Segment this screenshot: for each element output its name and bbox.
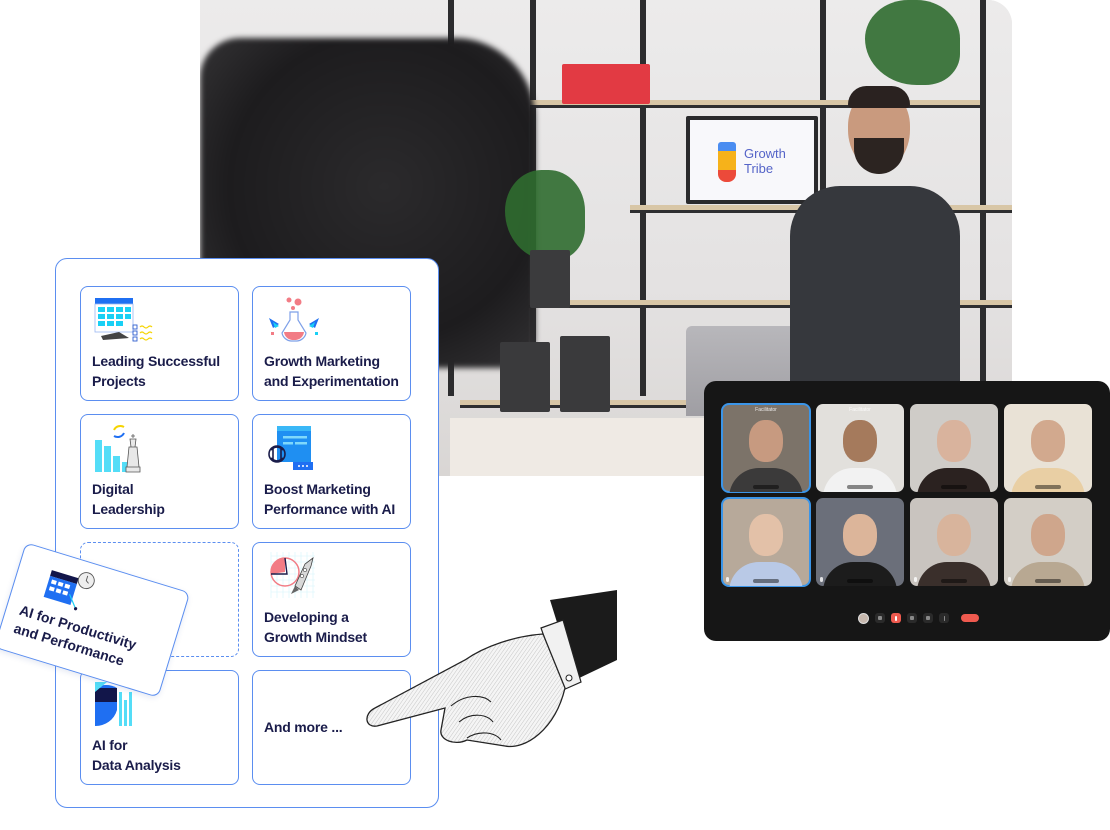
participant-role-label: Facilitator — [755, 407, 777, 413]
participant-name-tag — [941, 579, 967, 583]
raise-hand-icon[interactable] — [907, 613, 917, 623]
course-title: Leading Successful Projects — [92, 353, 220, 389]
self-avatar[interactable] — [858, 612, 869, 624]
growth-tribe-logo-icon — [718, 142, 736, 182]
course-title: Growth Marketing and Experimentation — [264, 353, 399, 389]
project-calendar-icon — [94, 298, 153, 342]
red-storage-box — [562, 64, 650, 104]
participant-face — [937, 513, 971, 556]
rocket-pie-icon — [270, 552, 315, 598]
ai-dashboard-icon — [268, 426, 313, 470]
muted-mic-icon — [820, 577, 823, 582]
course-card-boost-marketing-ai[interactable]: Boost Marketing Performance with AI — [252, 414, 411, 529]
participant-name-tag — [753, 485, 779, 489]
muted-mic-icon — [1008, 577, 1011, 582]
more-options-icon[interactable] — [939, 613, 949, 623]
participant-face — [1031, 419, 1065, 462]
storage-bin — [560, 336, 610, 412]
participant-tile[interactable]: Facilitator — [721, 403, 811, 493]
participant-tile[interactable] — [910, 498, 998, 586]
participant-name-tag — [1035, 579, 1061, 583]
call-controls-bar — [858, 611, 979, 625]
participant-face — [843, 419, 877, 462]
muted-mic-icon — [914, 577, 917, 582]
shelf-post — [980, 0, 986, 396]
course-card-digital-leadership[interactable]: Digital Leadership — [80, 414, 239, 529]
pointing-hand-illustration — [366, 590, 617, 748]
participant-face — [843, 513, 877, 556]
participant-tile[interactable]: Facilitator — [816, 404, 904, 492]
participant-face — [1031, 513, 1065, 556]
plant-pot — [530, 250, 570, 308]
participant-name-tag — [753, 579, 779, 583]
emoji-reaction-icon[interactable] — [923, 613, 933, 623]
storage-bin — [500, 342, 550, 412]
participant-face — [749, 513, 783, 556]
participant-tile[interactable] — [1004, 404, 1092, 492]
muted-mic-icon — [726, 577, 729, 582]
participant-face — [937, 419, 971, 462]
course-card-growth-marketing[interactable]: Growth Marketing and Experimentation — [252, 286, 411, 401]
participant-face — [749, 419, 783, 462]
participant-tile[interactable] — [910, 404, 998, 492]
microphone-toggle-icon[interactable] — [891, 613, 901, 623]
course-title: AI for Data Analysis — [92, 737, 181, 773]
course-card-leading-successful-projects[interactable]: Leading Successful Projects — [80, 286, 239, 401]
participant-tile[interactable] — [1004, 498, 1092, 586]
chess-chart-icon — [95, 424, 141, 473]
participant-name-tag — [941, 485, 967, 489]
course-title: Boost Marketing Performance with AI — [264, 481, 396, 517]
course-title: Digital Leadership — [92, 481, 165, 517]
leave-call-button[interactable] — [961, 614, 979, 622]
lab-flask-icon — [269, 297, 319, 342]
instructor — [770, 86, 980, 396]
participant-role-label: Facilitator — [849, 407, 871, 413]
shelf-post — [640, 0, 646, 396]
camera-toggle-icon[interactable] — [875, 613, 885, 623]
participant-tile[interactable] — [816, 498, 904, 586]
participant-name-tag — [847, 485, 873, 489]
participant-name-tag — [847, 579, 873, 583]
video-call-window: Facilitator Facilitator — [704, 381, 1110, 641]
participant-name-tag — [1035, 485, 1061, 489]
participant-tile[interactable] — [721, 497, 811, 587]
